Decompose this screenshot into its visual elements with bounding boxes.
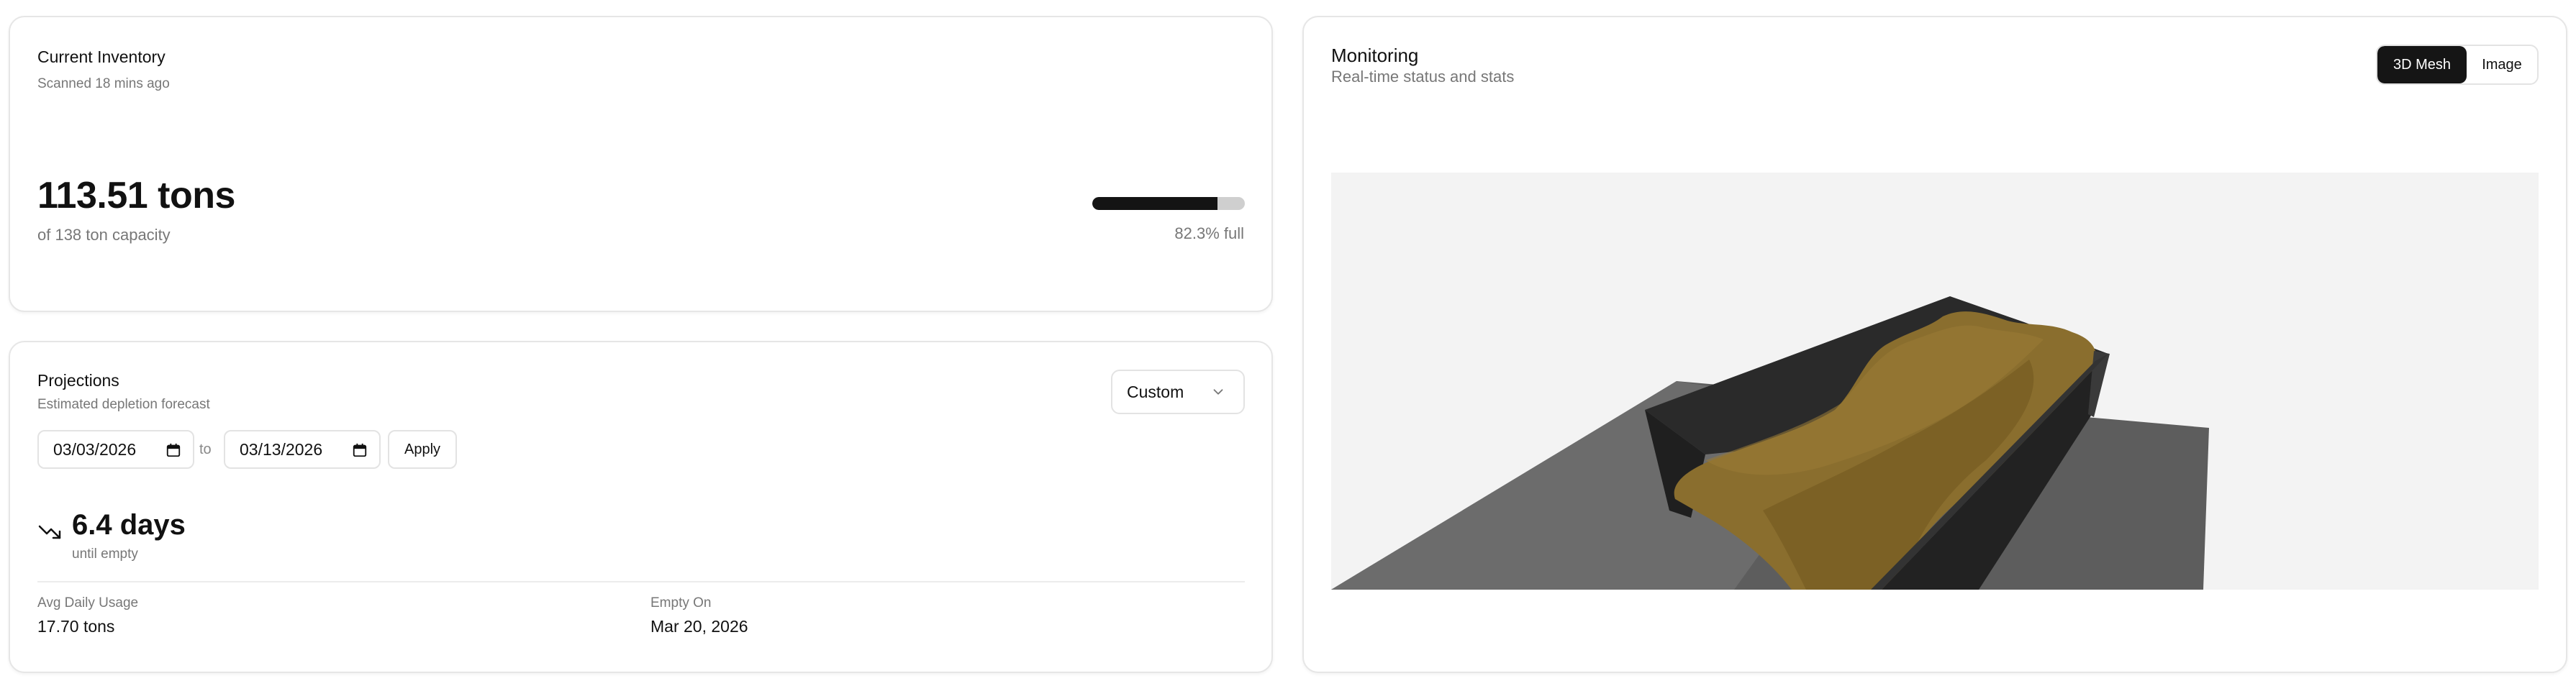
inventory-fill-bar bbox=[1092, 197, 1245, 210]
projections-card: Projections Estimated depletion forecast… bbox=[9, 341, 1273, 673]
avg-daily-usage-value: 17.70 tons bbox=[37, 617, 115, 636]
monitoring-subtitle: Real-time status and stats bbox=[1331, 68, 1515, 86]
tab-image[interactable]: Image bbox=[2467, 46, 2537, 83]
chevron-down-icon bbox=[1213, 389, 1223, 395]
date-range-separator: to bbox=[199, 442, 212, 457]
empty-on-value: Mar 20, 2026 bbox=[650, 617, 748, 636]
date-to-value: 03/13/2026 bbox=[240, 439, 323, 459]
trending-down-icon bbox=[38, 525, 61, 539]
inventory-scanned-time: Scanned 18 mins ago bbox=[37, 76, 170, 91]
inventory-capacity: of 138 ton capacity bbox=[37, 226, 171, 244]
bin-mesh-render bbox=[1331, 296, 2209, 590]
empty-on-label: Empty On bbox=[650, 595, 712, 610]
monitoring-card: Monitoring Real-time status and stats 3D… bbox=[1302, 16, 2567, 673]
view-toggle: 3D Mesh Image bbox=[2376, 45, 2539, 85]
inventory-amount: 113.51 tons bbox=[37, 175, 235, 216]
calendar-icon[interactable] bbox=[165, 442, 181, 458]
monitoring-title: Monitoring bbox=[1331, 45, 1419, 66]
date-from-value: 03/03/2026 bbox=[53, 439, 137, 459]
inventory-fill-bar-level bbox=[1092, 197, 1218, 210]
range-select[interactable]: Custom bbox=[1111, 370, 1245, 414]
calendar-icon[interactable] bbox=[352, 442, 368, 458]
date-to-input[interactable]: 03/13/2026 bbox=[224, 430, 381, 469]
3d-mesh-viewport[interactable] bbox=[1331, 173, 2539, 590]
divider bbox=[37, 581, 1245, 582]
days-until-empty-label: until empty bbox=[72, 546, 138, 562]
apply-button[interactable]: Apply bbox=[388, 430, 457, 469]
inventory-title: Current Inventory bbox=[37, 47, 165, 66]
inventory-fill-percent: 82.3% full bbox=[1174, 224, 1244, 242]
date-from-input[interactable]: 03/03/2026 bbox=[37, 430, 194, 469]
projections-subtitle: Estimated depletion forecast bbox=[37, 397, 210, 412]
current-inventory-card: Current Inventory Scanned 18 mins ago 11… bbox=[9, 16, 1273, 312]
projections-title: Projections bbox=[37, 371, 119, 390]
days-until-empty-value: 6.4 days bbox=[72, 509, 186, 541]
range-select-value: Custom bbox=[1127, 382, 1184, 401]
tab-3d-mesh[interactable]: 3D Mesh bbox=[2377, 46, 2467, 83]
avg-daily-usage-label: Avg Daily Usage bbox=[37, 595, 139, 610]
